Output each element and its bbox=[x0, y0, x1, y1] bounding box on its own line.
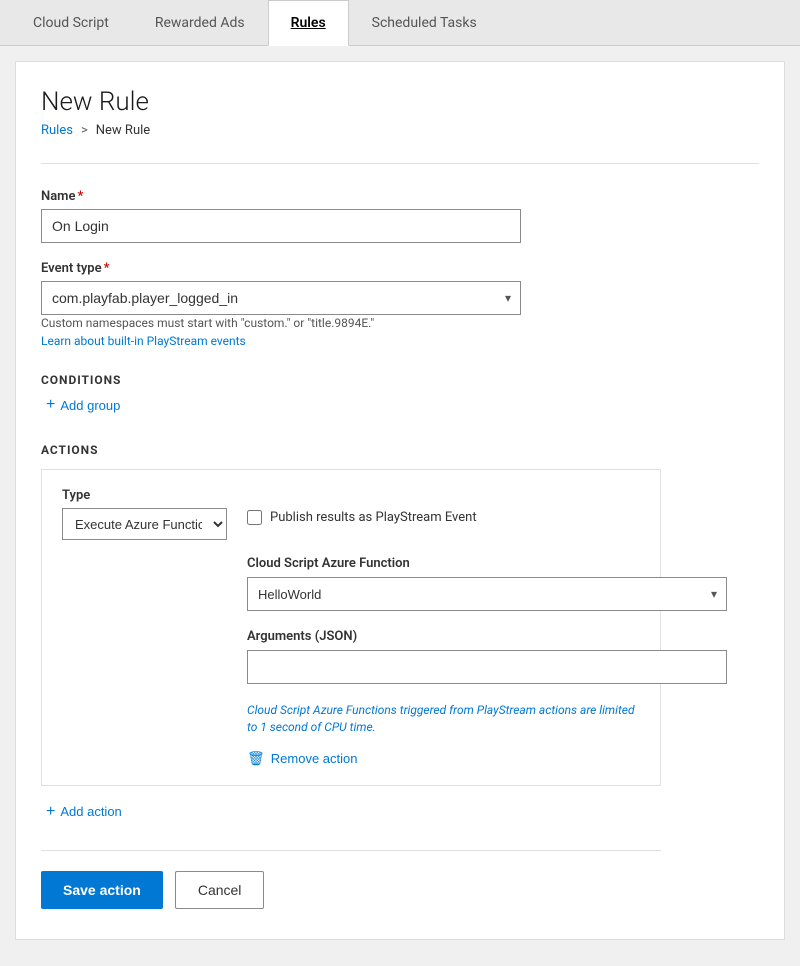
name-required-star: * bbox=[77, 189, 83, 204]
action-card: Type Execute Azure FunctionExecute Cloud… bbox=[41, 469, 661, 786]
cloud-script-field-group: Cloud Script Azure Function HelloWorld ▾ bbox=[247, 556, 640, 611]
learn-more-link[interactable]: Learn about built-in PlayStream events bbox=[41, 334, 661, 348]
event-type-label: Event type* bbox=[41, 261, 661, 276]
tab-bar: Cloud Script Rewarded Ads Rules Schedule… bbox=[0, 0, 800, 46]
cancel-button[interactable]: Cancel bbox=[175, 871, 265, 909]
name-label: Name* bbox=[41, 189, 661, 204]
name-input[interactable] bbox=[41, 209, 521, 243]
breadcrumb: Rules > New Rule bbox=[41, 123, 759, 138]
add-action-plus-icon: + bbox=[46, 804, 55, 820]
cloud-script-label: Cloud Script Azure Function bbox=[247, 556, 640, 571]
cloud-script-select[interactable]: HelloWorld bbox=[247, 577, 727, 611]
action-type-row: Type Execute Azure FunctionExecute Cloud… bbox=[62, 488, 640, 540]
add-group-label: Add group bbox=[60, 398, 120, 413]
cloud-script-select-wrapper: HelloWorld ▾ bbox=[247, 577, 727, 611]
type-select[interactable]: Execute Azure FunctionExecute Cloud Scri… bbox=[62, 508, 227, 540]
event-type-field-group: Event type* com.playfab.player_logged_in… bbox=[41, 261, 661, 348]
tab-rules[interactable]: Rules bbox=[268, 0, 349, 46]
type-label: Type bbox=[62, 488, 227, 503]
actions-header: ACTIONS bbox=[41, 443, 661, 457]
form-section: Name* Event type* com.playfab.player_log… bbox=[41, 189, 661, 909]
add-action-button[interactable]: + Add action bbox=[46, 804, 122, 820]
name-field-group: Name* bbox=[41, 189, 661, 243]
publish-checkbox[interactable] bbox=[247, 510, 262, 525]
breadcrumb-parent-link[interactable]: Rules bbox=[41, 123, 73, 138]
tab-rewarded-ads[interactable]: Rewarded Ads bbox=[132, 0, 268, 46]
publish-row: Publish results as PlayStream Event bbox=[247, 510, 477, 525]
tab-scheduled-tasks[interactable]: Scheduled Tasks bbox=[349, 0, 500, 46]
args-label: Arguments (JSON) bbox=[247, 629, 640, 644]
tab-cloud-script[interactable]: Cloud Script bbox=[10, 0, 132, 46]
event-type-select[interactable]: com.playfab.player_logged_in bbox=[41, 281, 521, 315]
page-title: New Rule bbox=[41, 87, 759, 117]
divider bbox=[41, 163, 759, 164]
breadcrumb-current: New Rule bbox=[96, 123, 150, 138]
type-group: Type Execute Azure FunctionExecute Cloud… bbox=[62, 488, 227, 540]
remove-action-button[interactable]: 🗑 Remove action bbox=[247, 750, 358, 767]
add-action-label: Add action bbox=[60, 804, 121, 819]
conditions-header: CONDITIONS bbox=[41, 373, 661, 387]
bottom-buttons: Save action Cancel bbox=[41, 850, 661, 909]
action-detail-group: Cloud Script Azure Function HelloWorld ▾… bbox=[247, 556, 640, 767]
save-button[interactable]: Save action bbox=[41, 871, 163, 909]
cpu-hint: Cloud Script Azure Functions triggered f… bbox=[247, 702, 640, 736]
actions-section: ACTIONS Type Execute Azure FunctionExecu… bbox=[41, 443, 661, 820]
breadcrumb-separator: > bbox=[81, 123, 88, 138]
main-content: New Rule Rules > New Rule Name* Event ty… bbox=[15, 61, 785, 940]
publish-label: Publish results as PlayStream Event bbox=[270, 510, 477, 525]
remove-action-label: Remove action bbox=[271, 751, 358, 766]
event-type-hint: Custom namespaces must start with "custo… bbox=[41, 316, 374, 330]
event-type-select-wrapper: com.playfab.player_logged_in ▾ bbox=[41, 281, 521, 315]
trash-icon: 🗑 bbox=[247, 750, 265, 767]
plus-icon: + bbox=[46, 397, 55, 413]
add-group-button[interactable]: + Add group bbox=[46, 397, 120, 413]
args-field-group: Arguments (JSON) bbox=[247, 629, 640, 684]
event-type-required-star: * bbox=[104, 261, 110, 276]
args-input[interactable] bbox=[247, 650, 727, 684]
